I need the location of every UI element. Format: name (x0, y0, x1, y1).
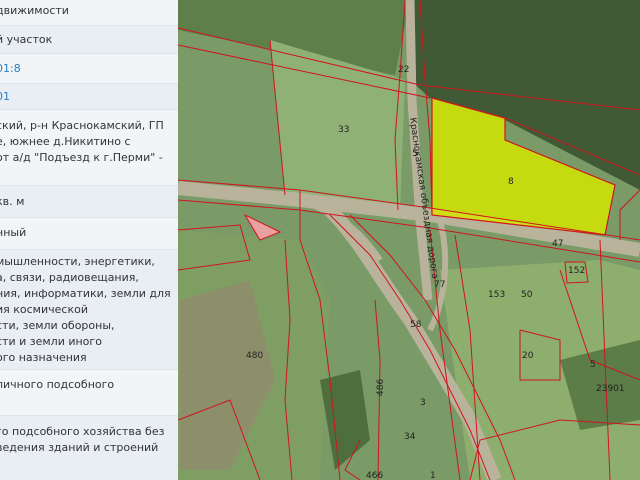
parcel-label: 22 (398, 65, 409, 75)
info-value: движимости (0, 4, 69, 17)
parcel-label: 153 (488, 290, 505, 300)
info-row-category: й участок (0, 26, 178, 54)
category-line: сти, земли обороны, (0, 319, 115, 332)
parcel-label: 480 (246, 351, 263, 361)
property-info-panel: движимости й участок 01:8 01 ский, р-н К… (0, 0, 179, 480)
cadastral-number-link[interactable]: 01:8 (0, 61, 21, 77)
category-line: мышленности, энергетики, (0, 255, 155, 268)
info-row-status: нный (0, 218, 178, 250)
info-row-permitted-use: личного подсобного (0, 370, 178, 416)
address-line: от а/д "Подъезд к г.Перми" - (0, 151, 163, 164)
category-line: ния, информатики, земли для (0, 287, 171, 300)
selected-parcel-label: 8 (508, 177, 514, 187)
address-line: ский, р-н Краснокамский, ГП (0, 119, 164, 132)
info-row-object-type: движимости (0, 0, 178, 26)
usage-line: го подсобного хозяйства без (0, 425, 165, 438)
cadastral-map[interactable]: 8 22 33 5 47 152 77 153 50 58 480 20 5 2… (178, 0, 640, 480)
info-row-land-category: мышленности, энергетики, а, связи, радио… (0, 250, 178, 370)
info-value: нный (0, 226, 27, 239)
parcel-label: 486 (376, 379, 386, 396)
parcel-label: 34 (404, 432, 416, 442)
parcel-label: 77 (434, 280, 445, 290)
category-line: ого назначения (0, 351, 87, 364)
usage-line: ведения зданий и строений (0, 441, 159, 454)
category-line: ия космической (0, 303, 88, 316)
info-value: личного подсобного (0, 378, 115, 391)
parcel-label: 3 (420, 398, 426, 408)
parcel-label: 23901 (596, 384, 625, 394)
parcel-label: 152 (568, 266, 585, 276)
info-value: кв. м (0, 195, 25, 208)
info-row-use-by-document: го подсобного хозяйства без ведения здан… (0, 416, 178, 480)
parcel-label: 1 (430, 471, 436, 480)
parcel-label: 5 (590, 360, 596, 370)
parcel-label: 20 (522, 351, 534, 361)
parcel-label: 466 (366, 471, 383, 480)
parcel-label: 50 (521, 290, 533, 300)
map-canvas[interactable]: 8 22 33 5 47 152 77 153 50 58 480 20 5 2… (178, 0, 640, 480)
parcel-label: 33 (338, 125, 349, 135)
info-row-area: кв. м (0, 186, 178, 218)
parcel-label: 47 (552, 239, 563, 249)
address-line: е, южнее д.Никитино с (0, 135, 131, 148)
category-line: сти и земли иного (0, 335, 102, 348)
category-line: а, связи, радиовещания, (0, 271, 139, 284)
cadastral-block-link[interactable]: 01 (0, 89, 10, 105)
info-row-cadastral-number[interactable]: 01:8 (0, 54, 178, 84)
parcel-label: 58 (410, 320, 422, 330)
info-row-cadastral-block[interactable]: 01 (0, 84, 178, 110)
info-value: й участок (0, 33, 53, 46)
info-row-address: ский, р-н Краснокамский, ГП е, южнее д.Н… (0, 110, 178, 186)
